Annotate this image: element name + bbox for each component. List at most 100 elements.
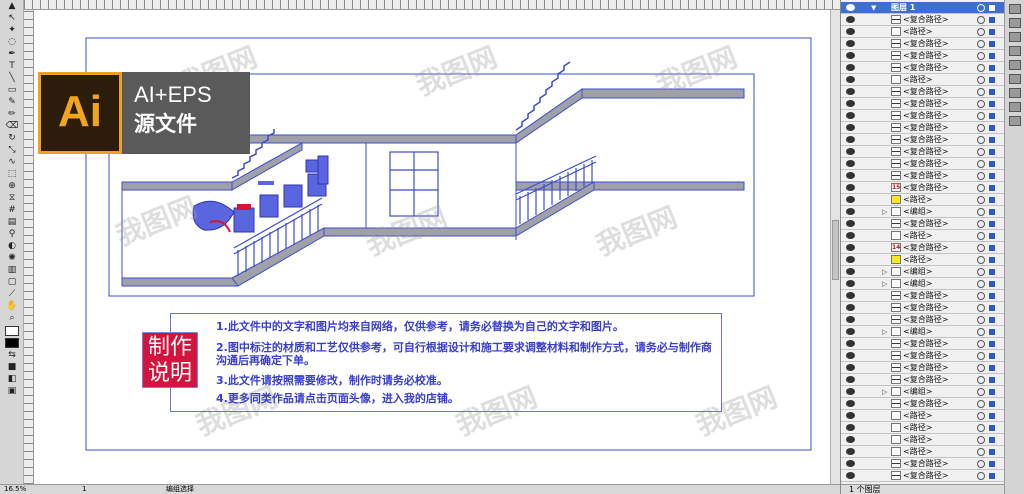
visibility-eye-icon[interactable]: [846, 124, 855, 131]
stroke-swatch[interactable]: [5, 338, 19, 348]
swatches-panel-icon[interactable]: [1009, 18, 1021, 28]
target-circle-icon[interactable]: [977, 304, 985, 312]
layer-row[interactable]: <复合路径>: [841, 374, 1005, 386]
visibility-eye-icon[interactable]: [846, 76, 855, 83]
visibility-eye-icon[interactable]: [846, 412, 855, 419]
expand-triangle-icon[interactable]: ▷: [882, 387, 887, 398]
layer-row[interactable]: <复合路径>: [841, 146, 1005, 158]
target-circle-icon[interactable]: [977, 184, 985, 192]
stroke-panel-icon[interactable]: [1009, 60, 1021, 70]
visibility-eye-icon[interactable]: [846, 16, 855, 23]
layer-row[interactable]: <复合路径>: [841, 350, 1005, 362]
visibility-eye-icon[interactable]: [846, 160, 855, 167]
layer-row[interactable]: <复合路径>: [841, 314, 1005, 326]
transparency-panel-icon[interactable]: [1009, 88, 1021, 98]
target-circle-icon[interactable]: [977, 172, 985, 180]
target-circle-icon[interactable]: [977, 160, 985, 168]
visibility-eye-icon[interactable]: [846, 112, 855, 119]
slice-tool-icon[interactable]: ⟋: [2, 289, 22, 300]
layer-row[interactable]: <复合路径>: [841, 458, 1005, 470]
layer-row[interactable]: 14 <复合路径>: [841, 242, 1005, 254]
artboard-number[interactable]: 1: [82, 485, 86, 494]
screen-mode-icon[interactable]: ▣: [2, 386, 22, 397]
symbol-sprayer-tool-icon[interactable]: ✺: [2, 253, 22, 264]
color-mode-icon[interactable]: ■: [2, 362, 22, 373]
visibility-eye-icon[interactable]: [846, 220, 855, 227]
swap-colors-icon[interactable]: ⇆: [2, 350, 22, 361]
line-tool-icon[interactable]: ╲: [2, 73, 22, 84]
graphic-styles-panel-icon[interactable]: [1009, 116, 1021, 126]
visibility-eye-icon[interactable]: [846, 280, 855, 287]
layer-row[interactable]: ▷ <编组>: [841, 266, 1005, 278]
expand-triangle-icon[interactable]: ▷: [882, 327, 887, 338]
layer-row-top[interactable]: ▼ 图层 1: [841, 2, 1005, 14]
target-circle-icon[interactable]: [977, 88, 985, 96]
visibility-eye-icon[interactable]: [846, 328, 855, 335]
fill-swatch[interactable]: [5, 326, 19, 336]
selection-tool-icon[interactable]: ▲: [2, 1, 22, 12]
target-circle-icon[interactable]: [977, 268, 985, 276]
layer-row[interactable]: <复合路径>: [841, 362, 1005, 374]
expand-triangle-icon[interactable]: ▼: [871, 3, 876, 14]
target-circle-icon[interactable]: [977, 460, 985, 468]
visibility-eye-icon[interactable]: [846, 148, 855, 155]
target-circle-icon[interactable]: [977, 436, 985, 444]
layer-row[interactable]: <复合路径>: [841, 338, 1005, 350]
eraser-tool-icon[interactable]: ⌫: [2, 121, 22, 132]
target-circle-icon[interactable]: [977, 100, 985, 108]
target-circle-icon[interactable]: [977, 352, 985, 360]
layer-row[interactable]: <复合路径>: [841, 290, 1005, 302]
layer-row[interactable]: <复合路径>: [841, 110, 1005, 122]
target-circle-icon[interactable]: [977, 364, 985, 372]
layer-row[interactable]: <复合路径>: [841, 170, 1005, 182]
visibility-eye-icon[interactable]: [846, 136, 855, 143]
target-circle-icon[interactable]: [977, 376, 985, 384]
layer-row[interactable]: ▷ <编组>: [841, 206, 1005, 218]
layer-row[interactable]: <路径>: [841, 254, 1005, 266]
visibility-eye-icon[interactable]: [846, 460, 855, 467]
target-circle-icon[interactable]: [977, 112, 985, 120]
gradient-tool-icon[interactable]: ▤: [2, 217, 22, 228]
color-panel-icon[interactable]: [1009, 4, 1021, 14]
visibility-eye-icon[interactable]: [846, 424, 855, 431]
layer-row[interactable]: <复合路径>: [841, 38, 1005, 50]
target-circle-icon[interactable]: [977, 16, 985, 24]
visibility-eye-icon[interactable]: [846, 40, 855, 47]
visibility-eye-icon[interactable]: [846, 52, 855, 59]
target-circle-icon[interactable]: [977, 136, 985, 144]
target-circle-icon[interactable]: [977, 328, 985, 336]
expand-triangle-icon[interactable]: ▷: [882, 279, 887, 290]
target-circle-icon[interactable]: [977, 244, 985, 252]
layer-row[interactable]: <复合路径>: [841, 98, 1005, 110]
layer-row[interactable]: <复合路径>: [841, 470, 1005, 482]
layer-row[interactable]: <复合路径>: [841, 62, 1005, 74]
appearance-panel-icon[interactable]: [1009, 102, 1021, 112]
layer-row[interactable]: <路径>: [841, 422, 1005, 434]
visibility-eye-icon[interactable]: [846, 448, 855, 455]
target-circle-icon[interactable]: [977, 448, 985, 456]
visibility-eye-icon[interactable]: [846, 376, 855, 383]
rotate-tool-icon[interactable]: ↻: [2, 133, 22, 144]
pen-tool-icon[interactable]: ✒: [2, 49, 22, 60]
target-circle-icon[interactable]: [977, 148, 985, 156]
layer-row[interactable]: <路径>: [841, 434, 1005, 446]
visibility-eye-icon[interactable]: [846, 244, 855, 251]
visibility-eye-icon[interactable]: [846, 64, 855, 71]
scale-tool-icon[interactable]: ⤡: [2, 145, 22, 156]
visibility-eye-icon[interactable]: [846, 196, 855, 203]
expand-triangle-icon[interactable]: ▷: [882, 267, 887, 278]
target-circle-icon[interactable]: [977, 400, 985, 408]
target-circle-icon[interactable]: [977, 472, 985, 480]
target-circle-icon[interactable]: [977, 76, 985, 84]
target-circle-icon[interactable]: [977, 412, 985, 420]
layer-row[interactable]: <复合路径>: [841, 398, 1005, 410]
mesh-tool-icon[interactable]: #: [2, 205, 22, 216]
visibility-eye-icon[interactable]: [846, 472, 855, 479]
layer-row[interactable]: ▷ <编组>: [841, 386, 1005, 398]
brushes-panel-icon[interactable]: [1009, 32, 1021, 42]
paintbrush-tool-icon[interactable]: ✎: [2, 97, 22, 108]
layer-row[interactable]: <路径>: [841, 26, 1005, 38]
layer-row[interactable]: <路径>: [841, 446, 1005, 458]
free-transform-tool-icon[interactable]: ⬚: [2, 169, 22, 180]
visibility-eye-icon[interactable]: [846, 316, 855, 323]
